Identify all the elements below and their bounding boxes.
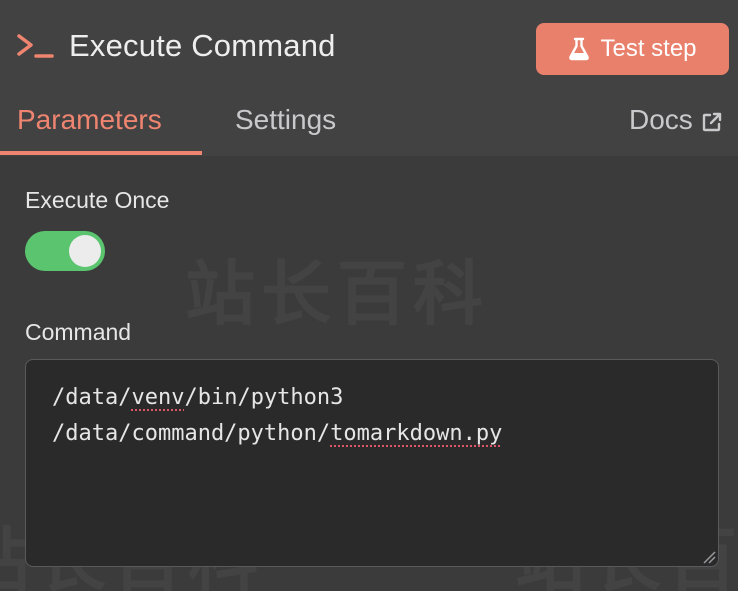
docs-link[interactable]: Docs	[629, 104, 723, 136]
tab-bar: Parameters Settings Docs	[0, 100, 738, 156]
resize-handle-icon[interactable]	[702, 550, 716, 564]
test-step-button[interactable]: Test step	[536, 23, 729, 75]
node-parameters-panel: Execute Command Test step Parameters Set…	[0, 0, 738, 591]
active-tab-indicator	[0, 151, 202, 155]
panel-header: Execute Command Test step	[0, 0, 738, 100]
docs-label: Docs	[629, 104, 693, 135]
execute-once-label: Execute Once	[25, 187, 170, 213]
command-label: Command	[25, 319, 132, 345]
tab-parameters[interactable]: Parameters	[17, 104, 162, 136]
execute-once-toggle[interactable]	[25, 231, 105, 271]
spellcheck-word: venv	[131, 385, 185, 410]
node-title: Execute Command	[69, 28, 336, 63]
test-step-label: Test step	[600, 35, 697, 62]
terminal-prompt-icon	[17, 34, 54, 58]
flask-icon	[569, 37, 590, 61]
command-value: /data/venv/bin/python3 /data/command/pyt…	[52, 385, 503, 446]
watermark: 站长百科	[185, 238, 489, 339]
spellcheck-word: tomarkdown.py	[330, 421, 503, 446]
toggle-knob	[69, 235, 101, 267]
tab-settings[interactable]: Settings	[235, 104, 336, 136]
command-input[interactable]: /data/venv/bin/python3 /data/command/pyt…	[25, 359, 719, 567]
external-link-icon	[702, 112, 721, 132]
